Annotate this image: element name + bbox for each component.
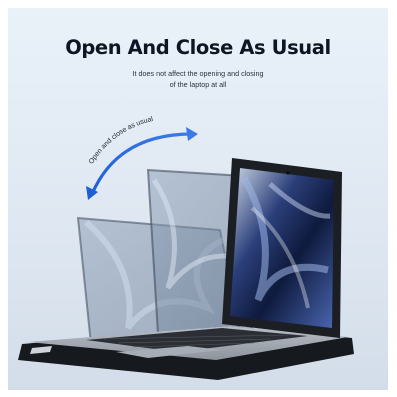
page-title: Open And Close As Usual — [65, 36, 331, 59]
subtitle-line-2: of the laptop at all — [169, 79, 227, 89]
laptop-illustration: Open and close as usual — [18, 116, 354, 380]
subtitle-line-1: It does not affect the opening and closi… — [132, 69, 264, 78]
product-image: Open and close as usual Open And Close A… — [8, 8, 388, 390]
laptop-base — [18, 326, 354, 380]
subtitle: It does not affect the opening and closi… — [8, 69, 388, 90]
laptop-lid — [222, 158, 342, 338]
